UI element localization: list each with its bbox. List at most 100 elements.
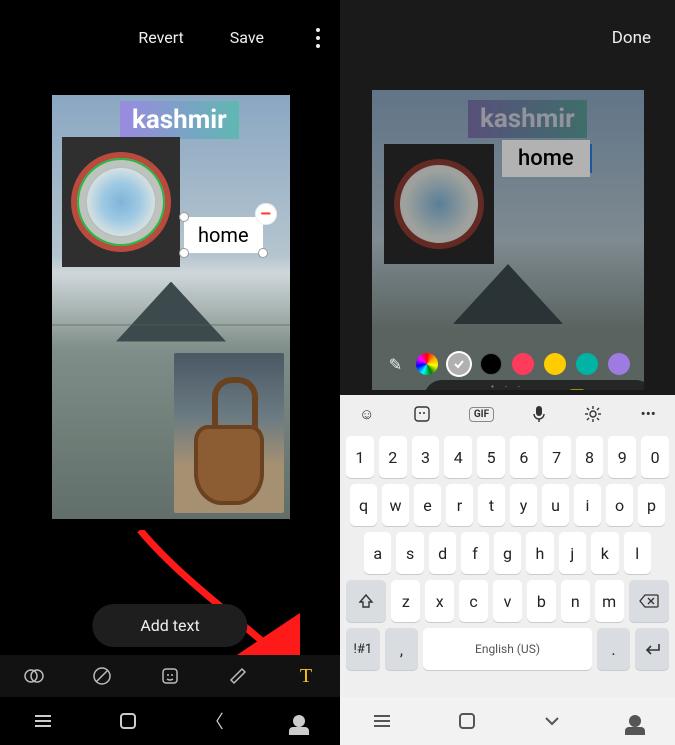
key-1[interactable]: 1 [346, 436, 374, 478]
key-x[interactable]: x [425, 580, 454, 622]
color-swatch-rainbow[interactable] [416, 353, 438, 375]
comma-key[interactable]: , [385, 628, 419, 670]
sticker-kashmir: kashmir [468, 100, 587, 138]
key-b[interactable]: b [527, 580, 556, 622]
nav-recents-icon[interactable] [35, 720, 51, 722]
delete-sticker-icon[interactable]: – [255, 203, 277, 225]
color-swatch-purple[interactable] [608, 353, 630, 375]
key-7[interactable]: 7 [543, 436, 571, 478]
color-swatch-red[interactable] [512, 353, 534, 375]
mountain-shape [116, 282, 226, 342]
key-3[interactable]: 3 [412, 436, 440, 478]
key-f[interactable]: f [461, 532, 488, 574]
key-5[interactable]: 5 [477, 436, 505, 478]
shift-key[interactable] [346, 580, 386, 622]
nav-keyboard-down-icon[interactable] [544, 716, 560, 726]
key-g[interactable]: g [494, 532, 521, 574]
keyboard-more-icon[interactable]: ••• [641, 405, 656, 423]
keyboard-settings-icon[interactable] [584, 405, 602, 423]
stickers-tool-icon[interactable] [159, 665, 181, 687]
key-2[interactable]: 2 [379, 436, 407, 478]
text-edit-canvas[interactable]: kashmir home Default T [372, 90, 644, 390]
key-v[interactable]: v [493, 580, 522, 622]
decorative-plate-icon [71, 152, 171, 252]
android-nav-bar: 〈 [0, 697, 340, 745]
accessibility-icon[interactable] [629, 715, 641, 727]
period-key[interactable]: . [597, 628, 631, 670]
key-r[interactable]: r [446, 484, 473, 526]
text-tool-icon[interactable]: T [295, 665, 317, 687]
editor-canvas[interactable]: kashmir home – [52, 95, 290, 519]
eyedropper-icon[interactable]: ✎ [386, 355, 406, 374]
photo-editor-screen: Revert Save kashmir home – Add [0, 0, 340, 745]
key-e[interactable]: e [414, 484, 441, 526]
done-button[interactable]: Done [612, 28, 651, 48]
keyboard-row-z: zxcvbnm [340, 577, 675, 625]
key-q[interactable]: q [350, 484, 377, 526]
key-j[interactable]: j [559, 532, 586, 574]
draw-tool-icon[interactable] [227, 665, 249, 687]
mic-icon[interactable] [532, 405, 546, 423]
sticker-kbd-icon[interactable] [413, 405, 431, 423]
selection-handle-top-left[interactable] [179, 212, 189, 222]
key-u[interactable]: u [542, 484, 569, 526]
more-options-icon[interactable] [310, 22, 326, 54]
key-l[interactable]: l [624, 532, 651, 574]
nav-back-icon[interactable]: 〈 [206, 708, 224, 734]
selection-handle-bottom-left[interactable] [179, 248, 189, 258]
add-text-button[interactable]: Add text [92, 604, 247, 647]
on-screen-keyboard: ☺ GIF ••• 1234567890 qwertyuiop asdfghjk… [340, 395, 675, 697]
selection-handle-bottom-right[interactable] [258, 248, 268, 258]
key-z[interactable]: z [391, 580, 420, 622]
color-swatch-teal[interactable] [576, 353, 598, 375]
text-sticker-home[interactable]: home – [184, 217, 263, 253]
accessibility-icon[interactable] [293, 715, 305, 727]
key-i[interactable]: i [574, 484, 601, 526]
nav-recents-icon[interactable] [374, 720, 390, 722]
key-p[interactable]: p [638, 484, 665, 526]
key-0[interactable]: 0 [641, 436, 669, 478]
editor-topbar: Revert Save [0, 0, 340, 75]
revert-button[interactable]: Revert [138, 28, 183, 47]
text-edit-screen: Done kashmir home Default T ✎ • · · ☺ GI… [340, 0, 675, 745]
sticker-plate-image[interactable] [62, 137, 180, 267]
background-tool-icon[interactable] [91, 665, 113, 687]
key-a[interactable]: a [364, 532, 391, 574]
gif-icon[interactable]: GIF [469, 407, 494, 422]
emoji-icon[interactable]: ☺ [359, 405, 374, 423]
key-9[interactable]: 9 [608, 436, 636, 478]
keyboard-row-q: qwertyuiop [340, 481, 675, 529]
color-swatch-white[interactable] [448, 353, 470, 375]
active-text-input[interactable]: home [502, 140, 590, 177]
key-h[interactable]: h [526, 532, 553, 574]
key-6[interactable]: 6 [510, 436, 538, 478]
key-k[interactable]: k [591, 532, 618, 574]
sticker-kashmir[interactable]: kashmir [120, 101, 239, 139]
key-4[interactable]: 4 [444, 436, 472, 478]
mountain-shape [453, 264, 563, 324]
save-button[interactable]: Save [230, 28, 264, 47]
sticker-basket-image[interactable] [174, 353, 284, 513]
symbols-key[interactable]: !#1 [346, 628, 380, 670]
filters-tool-icon[interactable] [23, 665, 45, 687]
key-s[interactable]: s [396, 532, 423, 574]
key-n[interactable]: n [561, 580, 590, 622]
key-o[interactable]: o [606, 484, 633, 526]
android-nav-bar [340, 697, 675, 745]
nav-home-icon[interactable] [120, 713, 136, 729]
backspace-key[interactable] [629, 580, 669, 622]
key-8[interactable]: 8 [576, 436, 604, 478]
color-swatch-black[interactable] [480, 353, 502, 375]
key-y[interactable]: y [510, 484, 537, 526]
space-key[interactable]: English (US) [423, 628, 591, 670]
key-c[interactable]: c [459, 580, 488, 622]
color-picker-row: ✎ [340, 346, 675, 382]
key-d[interactable]: d [429, 532, 456, 574]
key-w[interactable]: w [382, 484, 409, 526]
horizon-line [52, 324, 290, 326]
enter-key[interactable] [635, 628, 669, 670]
nav-home-icon[interactable] [459, 713, 475, 729]
color-swatch-yellow[interactable] [544, 353, 566, 375]
key-t[interactable]: t [478, 484, 505, 526]
key-m[interactable]: m [595, 580, 624, 622]
